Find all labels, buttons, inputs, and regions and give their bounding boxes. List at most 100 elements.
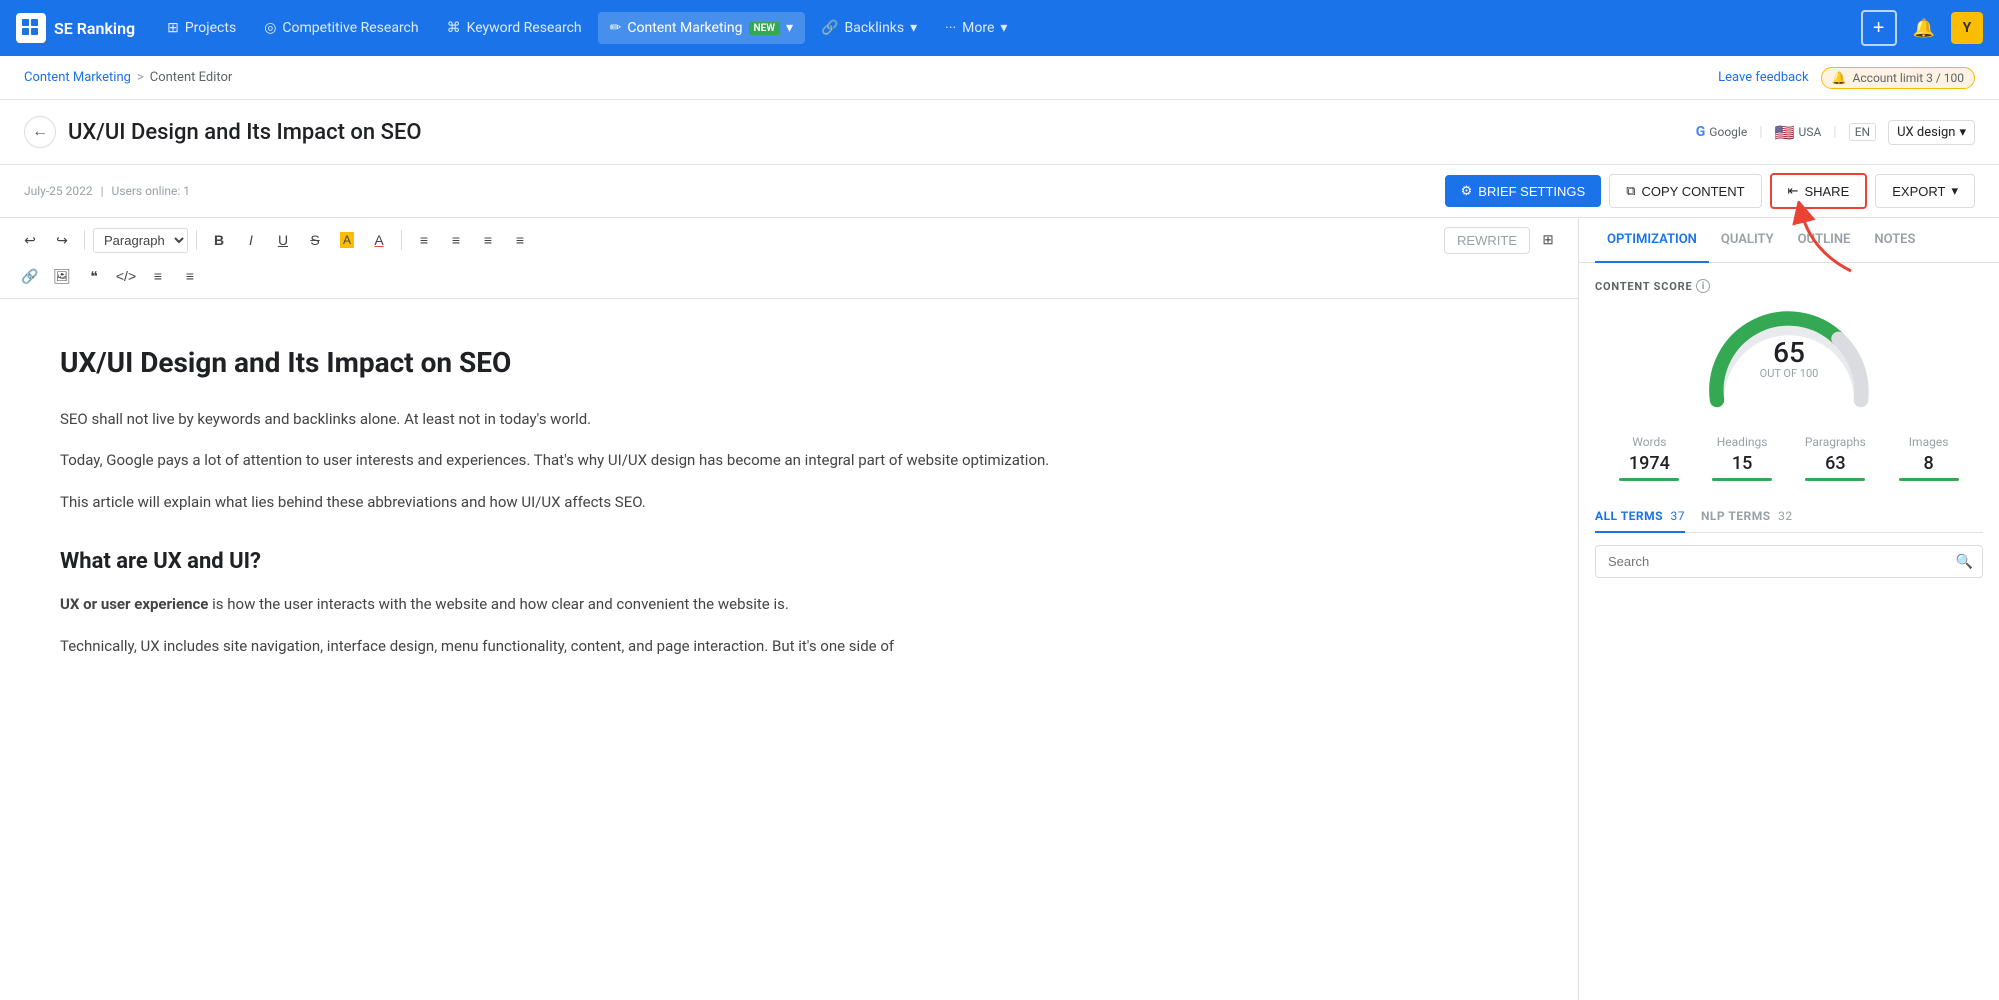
breadcrumb-current: Content Editor <box>150 70 233 85</box>
content-score-info-icon[interactable]: i <box>1696 279 1710 293</box>
highlight-button[interactable]: A <box>333 226 361 254</box>
link-button[interactable]: 🔗 <box>16 262 44 290</box>
google-logo: G <box>1696 124 1706 140</box>
logo[interactable]: SE Ranking <box>16 13 135 43</box>
content-score-text: CONTENT SCORE <box>1595 280 1692 293</box>
align-left-button[interactable]: ≡ <box>410 226 438 254</box>
add-button[interactable]: + <box>1861 10 1897 46</box>
brief-settings-button[interactable]: ⚙ BRIEF SETTINGS <box>1445 175 1602 207</box>
toolbar-divider-1 <box>84 230 85 250</box>
article-para-4: UX or user experience is how the user in… <box>60 592 1518 618</box>
keyword-text: UX design <box>1897 125 1955 140</box>
stat-paragraphs-bar <box>1805 478 1865 481</box>
top-navigation: SE Ranking ⊞ Projects ◎ Competitive Rese… <box>0 0 1999 56</box>
notification-bell-icon[interactable]: 🔔 <box>1905 10 1943 47</box>
chevron-down-icon-export: ▾ <box>1951 183 1958 199</box>
chevron-down-icon-keyword: ▾ <box>1959 125 1966 140</box>
account-limit-badge: 🔔 Account limit 3 / 100 <box>1821 67 1975 89</box>
font-color-button[interactable]: A <box>365 226 393 254</box>
google-label: Google <box>1709 125 1747 139</box>
search-icon: 🔍 <box>1956 554 1973 570</box>
country-label: USA <box>1799 125 1822 139</box>
stat-paragraphs-value: 63 <box>1825 453 1845 474</box>
share-button[interactable]: ⇤ SHARE <box>1770 173 1868 209</box>
breadcrumb-separator: > <box>137 70 144 85</box>
new-badge: NEW <box>749 22 781 35</box>
align-center-button[interactable]: ≡ <box>442 226 470 254</box>
copy-content-button[interactable]: ⧉ COPY CONTENT <box>1609 174 1761 208</box>
tab-outline[interactable]: OUTLINE <box>1786 218 1863 263</box>
nav-item-more[interactable]: ··· More ▾ <box>933 12 1019 44</box>
logo-icon <box>16 13 46 43</box>
account-limit-text: Account limit 3 / 100 <box>1853 71 1964 85</box>
title-left: ← UX/UI Design and Its Impact on SEO <box>24 116 422 148</box>
undo-button[interactable]: ↩ <box>16 226 44 254</box>
terms-tab-all[interactable]: ALL TERMS 37 <box>1595 501 1685 533</box>
code-button[interactable]: </> <box>112 262 140 290</box>
toolbar-row-2: 🔗 🖼 ❝ </> ≡ ≡ <box>16 262 1562 290</box>
article-para-4-text: is how the user interacts with the websi… <box>212 595 789 613</box>
rewrite-button[interactable]: REWRITE <box>1444 227 1530 254</box>
action-bar-right: ⚙ BRIEF SETTINGS ⧉ COPY CONTENT ⇤ SHARE <box>1445 173 1975 209</box>
chevron-down-icon: ▾ <box>786 20 793 36</box>
link-icon: 🔗 <box>821 20 838 36</box>
nav-item-projects[interactable]: ⊞ Projects <box>155 12 248 44</box>
export-button[interactable]: EXPORT ▾ <box>1875 174 1975 208</box>
breadcrumb-parent[interactable]: Content Marketing <box>24 70 131 85</box>
nav-label-content: Content Marketing <box>627 20 742 36</box>
share-icon: ⇤ <box>1788 183 1799 199</box>
unordered-list-button[interactable]: ≡ <box>144 262 172 290</box>
quote-button[interactable]: ❝ <box>80 262 108 290</box>
gauge-score-value: 65 <box>1760 339 1819 367</box>
leave-feedback-link[interactable]: Leave feedback <box>1718 70 1808 85</box>
align-right-button[interactable]: ≡ <box>474 226 502 254</box>
date-label: July-25 2022 <box>24 184 93 198</box>
highlight-icon: A <box>340 232 354 248</box>
nav-item-keyword[interactable]: ⌘ Keyword Research <box>435 12 594 44</box>
toolbar-settings-button[interactable]: ⊞ <box>1534 226 1562 254</box>
tab-optimization[interactable]: OPTIMIZATION <box>1595 218 1709 263</box>
nav-item-content[interactable]: ✏ Content Marketing NEW ▾ <box>598 12 805 44</box>
image-button[interactable]: 🖼 <box>48 262 76 290</box>
key-icon: ⌘ <box>447 20 461 36</box>
tab-quality[interactable]: QUALITY <box>1709 218 1786 263</box>
strikethrough-button[interactable]: S <box>301 226 329 254</box>
editor-panel: ↩ ↪ Paragraph Heading 1 Heading 2 B I U … <box>0 218 1579 1000</box>
sidebar-panel: OPTIMIZATION QUALITY OUTLINE NOTES CONTE… <box>1579 218 1999 1000</box>
nav-item-backlinks[interactable]: 🔗 Backlinks ▾ <box>809 12 929 44</box>
toolbar-divider-2 <box>196 230 197 250</box>
nav-right-section: + 🔔 Y <box>1861 10 1983 47</box>
terms-tab-nlp[interactable]: NLP TERMS 32 <box>1701 501 1793 533</box>
underline-button[interactable]: U <box>269 226 297 254</box>
stat-images-bar <box>1899 478 1959 481</box>
breadcrumb-bar: Content Marketing > Content Editor Leave… <box>0 56 1999 100</box>
editor-content[interactable]: UX/UI Design and Its Impact on SEO SEO s… <box>0 299 1578 1000</box>
all-terms-count: 37 <box>1670 509 1685 523</box>
italic-button[interactable]: I <box>237 226 265 254</box>
gauge-out-of: OUT OF 100 <box>1760 367 1819 380</box>
back-button[interactable]: ← <box>24 116 56 148</box>
stat-headings-bar <box>1712 478 1772 481</box>
terms-tabs: ALL TERMS 37 NLP TERMS 32 <box>1595 501 1983 533</box>
tab-notes[interactable]: NOTES <box>1862 218 1927 263</box>
breadcrumb: Content Marketing > Content Editor <box>24 70 232 85</box>
copy-content-label: COPY CONTENT <box>1641 184 1744 199</box>
nav-item-competitive[interactable]: ◎ Competitive Research <box>252 12 430 44</box>
nav-label-backlinks: Backlinks <box>845 20 905 36</box>
terms-search-wrapper: 🔍 <box>1595 545 1983 578</box>
paragraph-style-select[interactable]: Paragraph Heading 1 Heading 2 <box>93 228 188 253</box>
stat-headings-value: 15 <box>1732 453 1752 474</box>
keyword-dropdown[interactable]: UX design ▾ <box>1888 120 1975 145</box>
divider: | <box>1759 124 1762 140</box>
terms-search-input[interactable] <box>1595 545 1983 578</box>
bold-button[interactable]: B <box>205 226 233 254</box>
search-circle-icon: ◎ <box>264 20 276 36</box>
gauge-center: 65 OUT OF 100 <box>1760 339 1819 380</box>
redo-button[interactable]: ↪ <box>48 226 76 254</box>
justify-button[interactable]: ≡ <box>506 226 534 254</box>
user-avatar[interactable]: Y <box>1951 12 1983 44</box>
ordered-list-button[interactable]: ≡ <box>176 262 204 290</box>
nav-label-keyword: Keyword Research <box>467 20 582 36</box>
brief-settings-label: BRIEF SETTINGS <box>1478 184 1585 199</box>
article-para-1: SEO shall not live by keywords and backl… <box>60 407 1518 433</box>
